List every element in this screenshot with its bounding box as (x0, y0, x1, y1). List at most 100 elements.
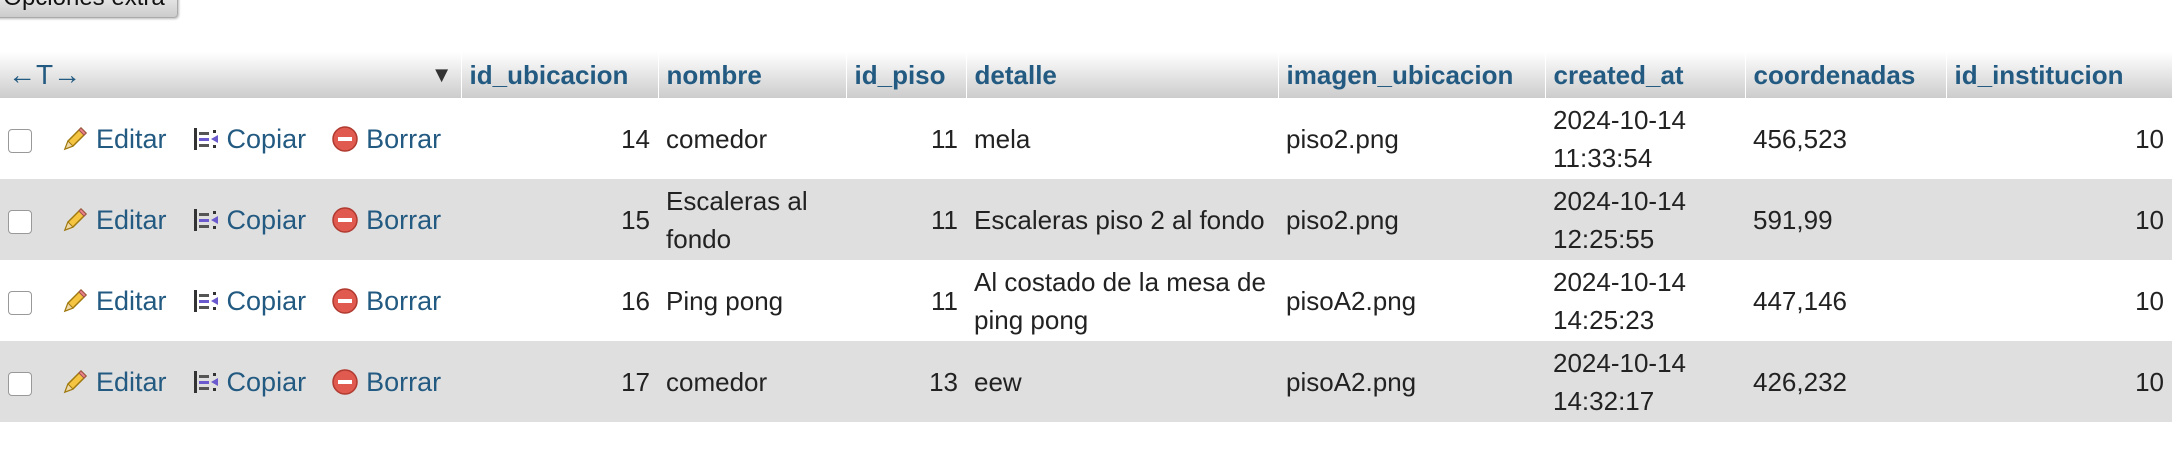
edit-button[interactable]: Editar (60, 201, 167, 239)
edit-label[interactable]: Editar (96, 120, 167, 158)
delete-icon (330, 286, 360, 316)
cell-nombre[interactable]: comedor (658, 341, 847, 422)
edit-label[interactable]: Editar (96, 201, 167, 239)
copy-label[interactable]: Copiar (227, 282, 307, 320)
cell-id-piso[interactable]: 11 (846, 98, 967, 179)
row-actions: Editar Copiar Borrar (52, 179, 462, 260)
cell-id-piso[interactable]: 11 (846, 260, 967, 341)
column-resize-arrows-icon[interactable]: ←T→ (8, 59, 81, 91)
cell-created-at[interactable]: 2024-10-14 14:25:23 (1545, 260, 1746, 341)
copy-icon (191, 205, 221, 235)
cell-detalle[interactable]: eew (966, 341, 1279, 422)
created-at-date: 2024-10-14 (1553, 104, 1687, 135)
cell-created-at[interactable]: 2024-10-14 11:33:54 (1545, 98, 1746, 179)
copy-label[interactable]: Copiar (227, 201, 307, 239)
created-at-time: 14:32:17 (1553, 385, 1655, 416)
column-header-created-at[interactable]: created_at (1545, 52, 1746, 98)
copy-button[interactable]: Copiar (191, 282, 307, 320)
cell-id-institucion[interactable]: 10 (1946, 98, 2172, 179)
cell-id-ubicacion[interactable]: 16 (461, 260, 659, 341)
row-checkbox[interactable] (8, 290, 32, 315)
created-at-time: 12:25:55 (1553, 223, 1655, 254)
cell-created-at[interactable]: 2024-10-14 14:32:17 (1545, 341, 1746, 422)
row-actions: Editar Copiar Borrar (52, 260, 462, 341)
row-checkbox[interactable] (8, 209, 32, 234)
sort-dropdown-icon[interactable]: ▼ (431, 62, 453, 88)
cell-imagen-ubicacion[interactable]: piso2.png (1278, 179, 1546, 260)
row-checkbox[interactable] (8, 128, 32, 153)
delete-label[interactable]: Borrar (366, 282, 441, 320)
copy-button[interactable]: Copiar (191, 363, 307, 401)
delete-button[interactable]: Borrar (330, 282, 441, 320)
column-header-id-institucion[interactable]: id_institucion (1946, 52, 2172, 98)
copy-button[interactable]: Copiar (191, 201, 307, 239)
delete-label[interactable]: Borrar (366, 120, 441, 158)
cell-detalle[interactable]: Escaleras piso 2 al fondo (966, 179, 1279, 260)
table-row: Editar Copiar Borrar 16 Ping pong 11 Al … (0, 260, 2172, 341)
column-header-detalle[interactable]: detalle (966, 52, 1279, 98)
pencil-icon (60, 367, 90, 397)
column-arrows-header[interactable]: ←T→ ▼ (0, 52, 462, 98)
created-at-date: 2024-10-14 (1553, 185, 1687, 216)
delete-icon (330, 205, 360, 235)
row-checkbox-cell (0, 179, 52, 260)
edit-button[interactable]: Editar (60, 363, 167, 401)
column-header-coordenadas[interactable]: coordenadas (1745, 52, 1947, 98)
table-row: Editar Copiar Borrar 17 comedor 13 eew p… (0, 341, 2172, 422)
column-header-imagen-ubicacion[interactable]: imagen_ubicacion (1278, 52, 1546, 98)
delete-label[interactable]: Borrar (366, 201, 441, 239)
cell-id-ubicacion[interactable]: 14 (461, 98, 659, 179)
cell-id-institucion[interactable]: 10 (1946, 260, 2172, 341)
edit-button[interactable]: Editar (60, 282, 167, 320)
edit-label[interactable]: Editar (96, 282, 167, 320)
row-checkbox[interactable] (8, 371, 32, 396)
cell-nombre[interactable]: Escaleras al fondo (658, 179, 847, 260)
edit-label[interactable]: Editar (96, 363, 167, 401)
cell-id-ubicacion[interactable]: 17 (461, 341, 659, 422)
cell-id-ubicacion[interactable]: 15 (461, 179, 659, 260)
cell-nombre[interactable]: comedor (658, 98, 847, 179)
cell-created-at[interactable]: 2024-10-14 12:25:55 (1545, 179, 1746, 260)
copy-label[interactable]: Copiar (227, 120, 307, 158)
pencil-icon (60, 124, 90, 154)
cell-id-piso[interactable]: 13 (846, 341, 967, 422)
row-actions: Editar Copiar Borrar (52, 98, 462, 179)
cell-coordenadas[interactable]: 447,146 (1745, 260, 1947, 341)
copy-icon (191, 124, 221, 154)
cell-coordenadas[interactable]: 591,99 (1745, 179, 1947, 260)
cell-imagen-ubicacion[interactable]: pisoA2.png (1278, 341, 1546, 422)
created-at-time: 11:33:54 (1553, 142, 1653, 173)
cell-detalle[interactable]: mela (966, 98, 1279, 179)
table-header-row: ←T→ ▼ id_ubicacion nombre id_piso detall… (0, 52, 2172, 98)
cell-coordenadas[interactable]: 426,232 (1745, 341, 1947, 422)
cell-coordenadas[interactable]: 456,523 (1745, 98, 1947, 179)
cell-imagen-ubicacion[interactable]: pisoA2.png (1278, 260, 1546, 341)
delete-button[interactable]: Borrar (330, 201, 441, 239)
delete-label[interactable]: Borrar (366, 363, 441, 401)
cell-detalle[interactable]: Al costado de la mesa de ping pong (966, 260, 1279, 341)
edit-button[interactable]: Editar (60, 120, 167, 158)
copy-icon (191, 286, 221, 316)
cell-nombre[interactable]: Ping pong (658, 260, 847, 341)
column-header-id-ubicacion[interactable]: id_ubicacion (461, 52, 659, 98)
cell-imagen-ubicacion[interactable]: piso2.png (1278, 98, 1546, 179)
table-row: Editar Copiar Borrar 15 Escaleras al fon… (0, 179, 2172, 260)
delete-button[interactable]: Borrar (330, 363, 441, 401)
cell-id-piso[interactable]: 11 (846, 179, 967, 260)
delete-button[interactable]: Borrar (330, 120, 441, 158)
results-table: ←T→ ▼ id_ubicacion nombre id_piso detall… (0, 52, 2172, 422)
table-row: Editar Copiar Borrar 14 comedor 11 mela … (0, 98, 2172, 179)
row-checkbox-cell (0, 341, 52, 422)
extra-options-button[interactable]: Opciones extra (0, 0, 178, 18)
row-actions: Editar Copiar Borrar (52, 341, 462, 422)
column-header-nombre[interactable]: nombre (658, 52, 847, 98)
created-at-date: 2024-10-14 (1553, 266, 1687, 297)
copy-icon (191, 367, 221, 397)
copy-label[interactable]: Copiar (227, 363, 307, 401)
cell-id-institucion[interactable]: 10 (1946, 179, 2172, 260)
created-at-date: 2024-10-14 (1553, 347, 1687, 378)
column-header-id-piso[interactable]: id_piso (846, 52, 967, 98)
copy-button[interactable]: Copiar (191, 120, 307, 158)
delete-icon (330, 367, 360, 397)
cell-id-institucion[interactable]: 10 (1946, 341, 2172, 422)
